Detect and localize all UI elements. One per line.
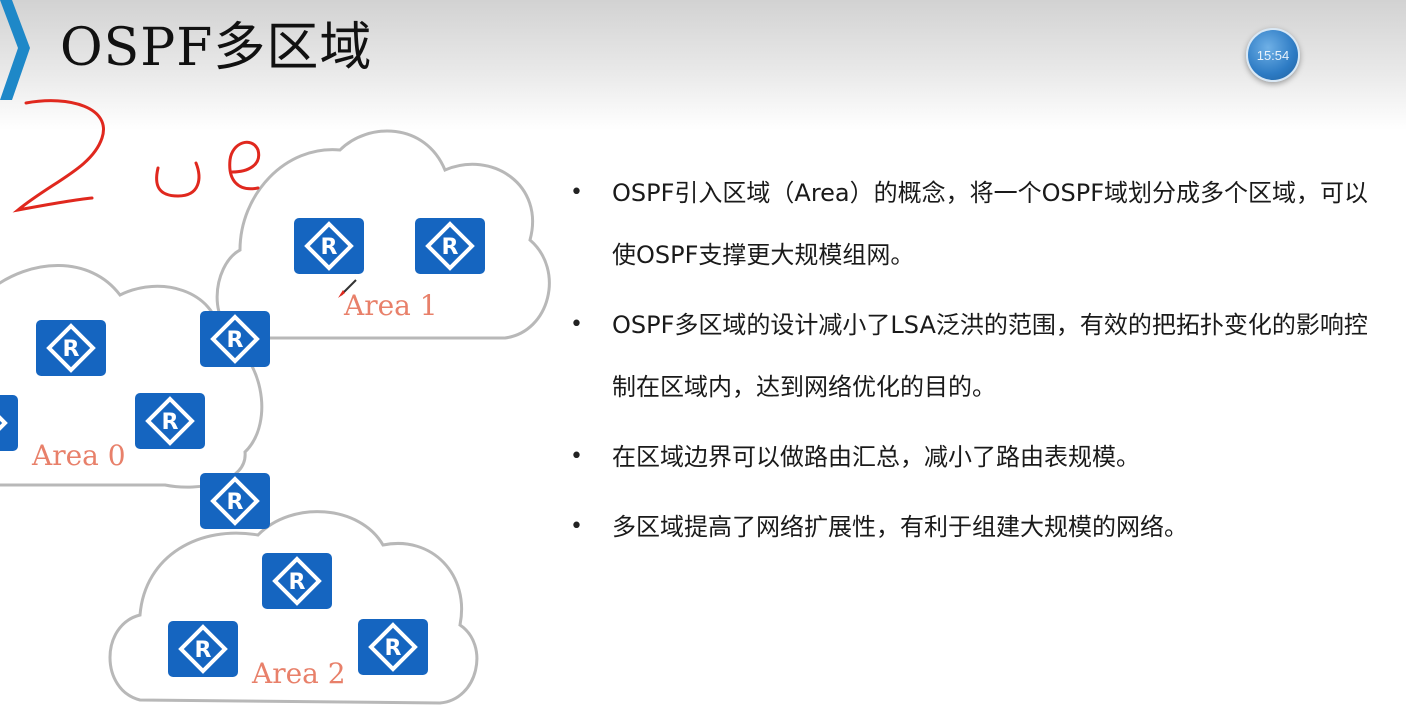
bullet-item: OSPF多区域的设计减小了LSA泛洪的范围，有效的把拓扑变化的影响控制在区域内，… xyxy=(570,294,1390,418)
bullet-list: OSPF引入区域（Area）的概念，将一个OSPF域划分成多个区域，可以使OSP… xyxy=(570,162,1390,566)
area-label: Area 0 xyxy=(31,439,126,472)
router-icon xyxy=(413,216,487,276)
router-icon xyxy=(34,318,108,378)
router-icon xyxy=(356,617,430,677)
area-label: Area 1 xyxy=(343,289,438,322)
router-icon xyxy=(0,393,20,453)
router-icon xyxy=(260,551,334,611)
handwriting-annotation xyxy=(12,99,261,213)
timer-badge[interactable]: 15:54 xyxy=(1246,28,1300,82)
ospf-area-diagram: R Area 1 Area 0 Area 2 xyxy=(0,99,551,705)
router-icon xyxy=(133,391,207,451)
bullet-item: OSPF引入区域（Area）的概念，将一个OSPF域划分成多个区域，可以使OSP… xyxy=(570,162,1390,286)
area-label: Area 2 xyxy=(251,657,346,690)
router-icon xyxy=(166,619,240,679)
bullet-item: 在区域边界可以做路由汇总，减小了路由表规模。 xyxy=(570,426,1390,488)
bullet-item: 多区域提高了网络扩展性，有利于组建大规模的网络。 xyxy=(570,496,1390,558)
router-icon xyxy=(198,471,272,531)
router-icon xyxy=(198,309,272,369)
router-icon xyxy=(292,216,366,276)
